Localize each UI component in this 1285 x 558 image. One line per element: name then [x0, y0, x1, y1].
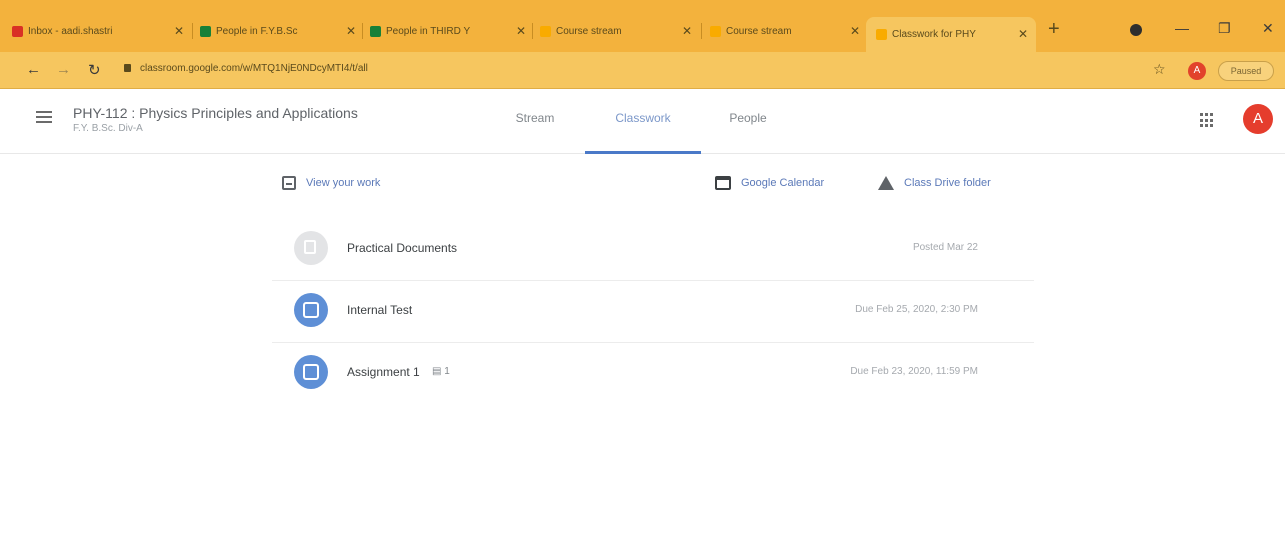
assignment-ind-icon — [282, 176, 296, 190]
tab-stream[interactable]: Stream — [502, 89, 568, 151]
menu-icon[interactable] — [36, 111, 52, 126]
browser-tab-strip: Inbox - aadi.shastri ✕ People in F.Y.B.S… — [0, 0, 1285, 52]
close-icon[interactable]: ✕ — [682, 24, 692, 38]
drive-icon — [878, 176, 894, 190]
browser-tab-people-third[interactable]: People in THIRD Y ✕ — [370, 19, 526, 43]
browser-toolbar: ← → ↻ classroom.google.com/w/MTQ1NjE0NDc… — [0, 52, 1285, 89]
gmail-favicon-icon — [12, 25, 23, 37]
comment-count: 1 — [444, 366, 450, 377]
close-icon[interactable]: ✕ — [346, 24, 356, 38]
minimize-icon[interactable]: — — [1175, 20, 1189, 36]
tab-people[interactable]: People — [718, 89, 778, 151]
reload-icon[interactable]: ↻ — [88, 61, 101, 79]
classroom-favicon-icon — [710, 25, 721, 37]
close-icon[interactable]: ✕ — [1018, 27, 1028, 41]
classwork-item-practical-documents[interactable]: Practical Documents Posted Mar 22 — [272, 218, 1034, 281]
close-window-icon[interactable]: ✕ — [1262, 20, 1274, 37]
avatar[interactable]: A — [1243, 104, 1273, 134]
classroom-favicon-icon — [370, 25, 381, 37]
new-tab-plus-icon[interactable]: + — [1048, 18, 1060, 41]
classroom-favicon-icon — [200, 25, 211, 37]
tab-search-icon[interactable] — [1130, 24, 1142, 36]
google-calendar-link[interactable]: Google Calendar — [715, 176, 824, 190]
class-drive-folder-link[interactable]: Class Drive folder — [878, 176, 991, 190]
material-icon — [294, 231, 328, 265]
browser-tab-stream-1[interactable]: Course stream ✕ — [540, 19, 692, 43]
browser-tab-stream-2[interactable]: Course stream ✕ — [710, 19, 860, 43]
browser-tab-inbox[interactable]: Inbox - aadi.shastri ✕ — [12, 19, 184, 43]
assignment-icon — [294, 355, 328, 389]
close-icon[interactable]: ✕ — [174, 24, 184, 38]
classroom-favicon-icon — [540, 25, 551, 37]
classroom-header: PHY-112 : Physics Principles and Applica… — [0, 89, 1285, 154]
forward-arrow-icon[interactable]: → — [56, 61, 71, 78]
tab-classwork[interactable]: Classwork — [585, 89, 701, 154]
bookmark-star-icon[interactable]: ☆ — [1153, 61, 1166, 78]
course-title[interactable]: PHY-112 : Physics Principles and Applica… — [73, 105, 358, 121]
classwork-item-internal-test[interactable]: Internal Test Due Feb 25, 2020, 2:30 PM — [272, 280, 1034, 343]
classwork-item-assignment-1[interactable]: Assignment 1 ▤ 1 Due Feb 23, 2020, 11:59… — [272, 342, 1034, 404]
classroom-favicon-icon — [876, 29, 887, 40]
calendar-icon — [715, 176, 731, 190]
google-apps-icon[interactable] — [1200, 113, 1215, 128]
paused-button[interactable]: Paused — [1218, 61, 1274, 81]
browser-profile-avatar[interactable]: A — [1188, 62, 1206, 80]
browser-tab-classwork[interactable]: Classwork for PHY ✕ — [866, 17, 1036, 52]
browser-tab-people-fy[interactable]: People in F.Y.B.Sc ✕ — [200, 19, 356, 43]
back-arrow-icon[interactable]: ← — [26, 61, 41, 78]
lock-icon — [124, 64, 131, 72]
comment-icon: ▤ — [432, 366, 442, 377]
address-bar[interactable]: classroom.google.com/w/MTQ1NjE0NDcyMTI4/… — [140, 63, 368, 74]
restore-icon[interactable]: ❐ — [1218, 20, 1231, 37]
close-icon[interactable]: ✕ — [516, 24, 526, 38]
view-your-work-link[interactable]: View your work — [282, 176, 380, 190]
close-icon[interactable]: ✕ — [850, 24, 860, 38]
course-subtitle: F.Y. B.Sc. Div-A — [73, 123, 143, 134]
assignment-icon — [294, 293, 328, 327]
